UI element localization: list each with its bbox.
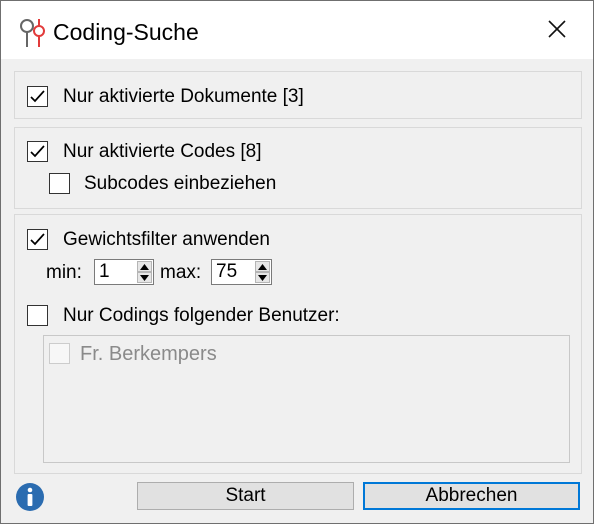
max-spinner[interactable]: 75 bbox=[211, 259, 272, 285]
min-down-arrow-icon[interactable] bbox=[137, 272, 152, 283]
only-activated-codes-label: Nur aktivierte Codes [8] bbox=[63, 141, 262, 162]
max-value: 75 bbox=[216, 261, 238, 282]
info-icon[interactable] bbox=[15, 482, 45, 512]
max-down-arrow-icon[interactable] bbox=[255, 272, 270, 283]
title-bar: Coding-Suche bbox=[1, 1, 593, 59]
coding-search-dialog: Coding-Suche Nur aktivierte Dokumente [3… bbox=[0, 0, 594, 524]
start-button[interactable]: Start bbox=[137, 482, 354, 510]
close-button[interactable] bbox=[537, 13, 577, 49]
only-activated-codes-checkbox[interactable] bbox=[27, 141, 48, 162]
user-checkbox[interactable] bbox=[49, 343, 70, 364]
only-activated-documents-label: Nur aktivierte Dokumente [3] bbox=[63, 86, 304, 107]
window-title: Coding-Suche bbox=[53, 19, 199, 45]
only-user-codings-label: Nur Codings folgender Benutzer: bbox=[63, 305, 340, 326]
min-up-arrow-icon[interactable] bbox=[137, 261, 152, 272]
weight-filter-checkbox[interactable] bbox=[27, 229, 48, 250]
weight-filter-label: Gewichtsfilter anwenden bbox=[63, 229, 270, 250]
min-value: 1 bbox=[99, 261, 110, 282]
only-user-codings-checkbox[interactable] bbox=[27, 305, 48, 326]
max-label: max: bbox=[160, 262, 202, 283]
cancel-button[interactable]: Abbrechen bbox=[363, 482, 580, 510]
max-up-arrow-icon[interactable] bbox=[255, 261, 270, 272]
min-spinner[interactable]: 1 bbox=[94, 259, 154, 285]
close-icon bbox=[547, 19, 567, 44]
min-label: min: bbox=[46, 262, 82, 283]
include-subcodes-label: Subcodes einbeziehen bbox=[84, 173, 277, 194]
user-label: Fr. Berkempers bbox=[80, 343, 217, 365]
magnifier-icon bbox=[18, 17, 52, 51]
only-activated-documents-checkbox[interactable] bbox=[27, 86, 48, 107]
include-subcodes-checkbox[interactable] bbox=[49, 173, 70, 194]
users-list[interactable]: Fr. Berkempers bbox=[43, 335, 570, 463]
